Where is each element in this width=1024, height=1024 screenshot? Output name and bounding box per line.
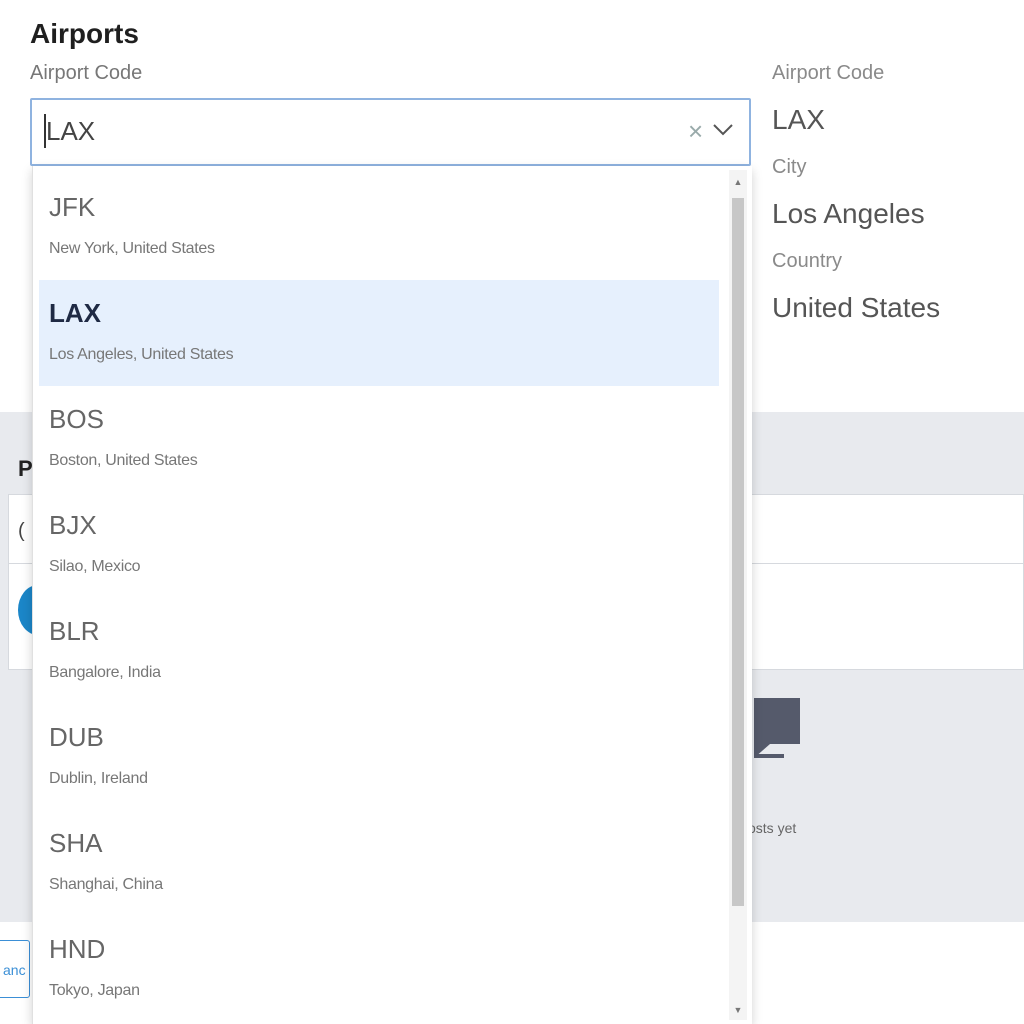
dropdown-option[interactable]: HND Tokyo, Japan: [39, 916, 719, 1022]
detail-city-label: City: [772, 156, 807, 178]
option-code: BLR: [49, 616, 100, 646]
option-location: Boston, United States: [49, 452, 198, 469]
option-location: New York, United States: [49, 240, 215, 257]
detail-code-value: LAX: [772, 104, 825, 135]
dropdown-option[interactable]: BJX Silao, Mexico: [39, 492, 719, 598]
option-code: JFK: [49, 192, 96, 222]
option-location: Shanghai, China: [49, 876, 163, 893]
airport-code-label: Airport Code: [30, 62, 143, 84]
scroll-thumb[interactable]: [732, 198, 744, 906]
option-location: Dublin, Ireland: [49, 770, 148, 787]
option-location: Silao, Mexico: [49, 558, 141, 575]
option-location: Bangalore, India: [49, 664, 161, 681]
dropdown-option[interactable]: SHA Shanghai, China: [39, 810, 719, 916]
dropdown-option[interactable]: DUB Dublin, Ireland: [39, 704, 719, 810]
detail-code-label: Airport Code: [772, 62, 885, 84]
posts-heading-fragment: P: [18, 456, 33, 481]
option-code: SHA: [49, 828, 103, 858]
scrollbar[interactable]: ▲ ▼: [729, 170, 747, 1020]
option-location: Los Angeles, United States: [49, 346, 234, 363]
dropdown-option[interactable]: BOS Boston, United States: [39, 386, 719, 492]
no-posts-text: osts yet: [748, 820, 797, 836]
scroll-up-arrow-icon[interactable]: ▲: [732, 174, 744, 190]
detail-country-value: United States: [772, 292, 941, 323]
dropdown-option[interactable]: JFK New York, United States: [39, 174, 719, 280]
footer-button[interactable]: anc: [0, 940, 30, 998]
option-location: Tokyo, Japan: [49, 982, 140, 999]
dropdown-option[interactable]: LAX Los Angeles, United States: [39, 280, 719, 386]
option-code: BJX: [49, 510, 97, 540]
airport-code-combobox[interactable]: LAX ×: [30, 98, 751, 166]
option-code: HND: [49, 934, 106, 964]
section-title: Airports: [30, 18, 139, 49]
post-input-fragment: (: [18, 520, 25, 542]
clear-icon[interactable]: ×: [688, 116, 703, 146]
option-code: BOS: [49, 404, 104, 434]
chat-bubble-icon: [754, 698, 800, 758]
chevron-down-icon[interactable]: [712, 122, 734, 138]
detail-country-label: Country: [772, 250, 843, 272]
airport-dropdown-list[interactable]: JFK New York, United States LAX Los Angeles…: [32, 166, 752, 1024]
scroll-down-arrow-icon[interactable]: ▼: [732, 1002, 744, 1018]
combobox-value[interactable]: LAX: [46, 116, 95, 147]
detail-city-value: Los Angeles: [772, 198, 925, 229]
option-code: LAX: [49, 298, 101, 328]
dropdown-option[interactable]: BLR Bangalore, India: [39, 598, 719, 704]
option-code: DUB: [49, 722, 104, 752]
